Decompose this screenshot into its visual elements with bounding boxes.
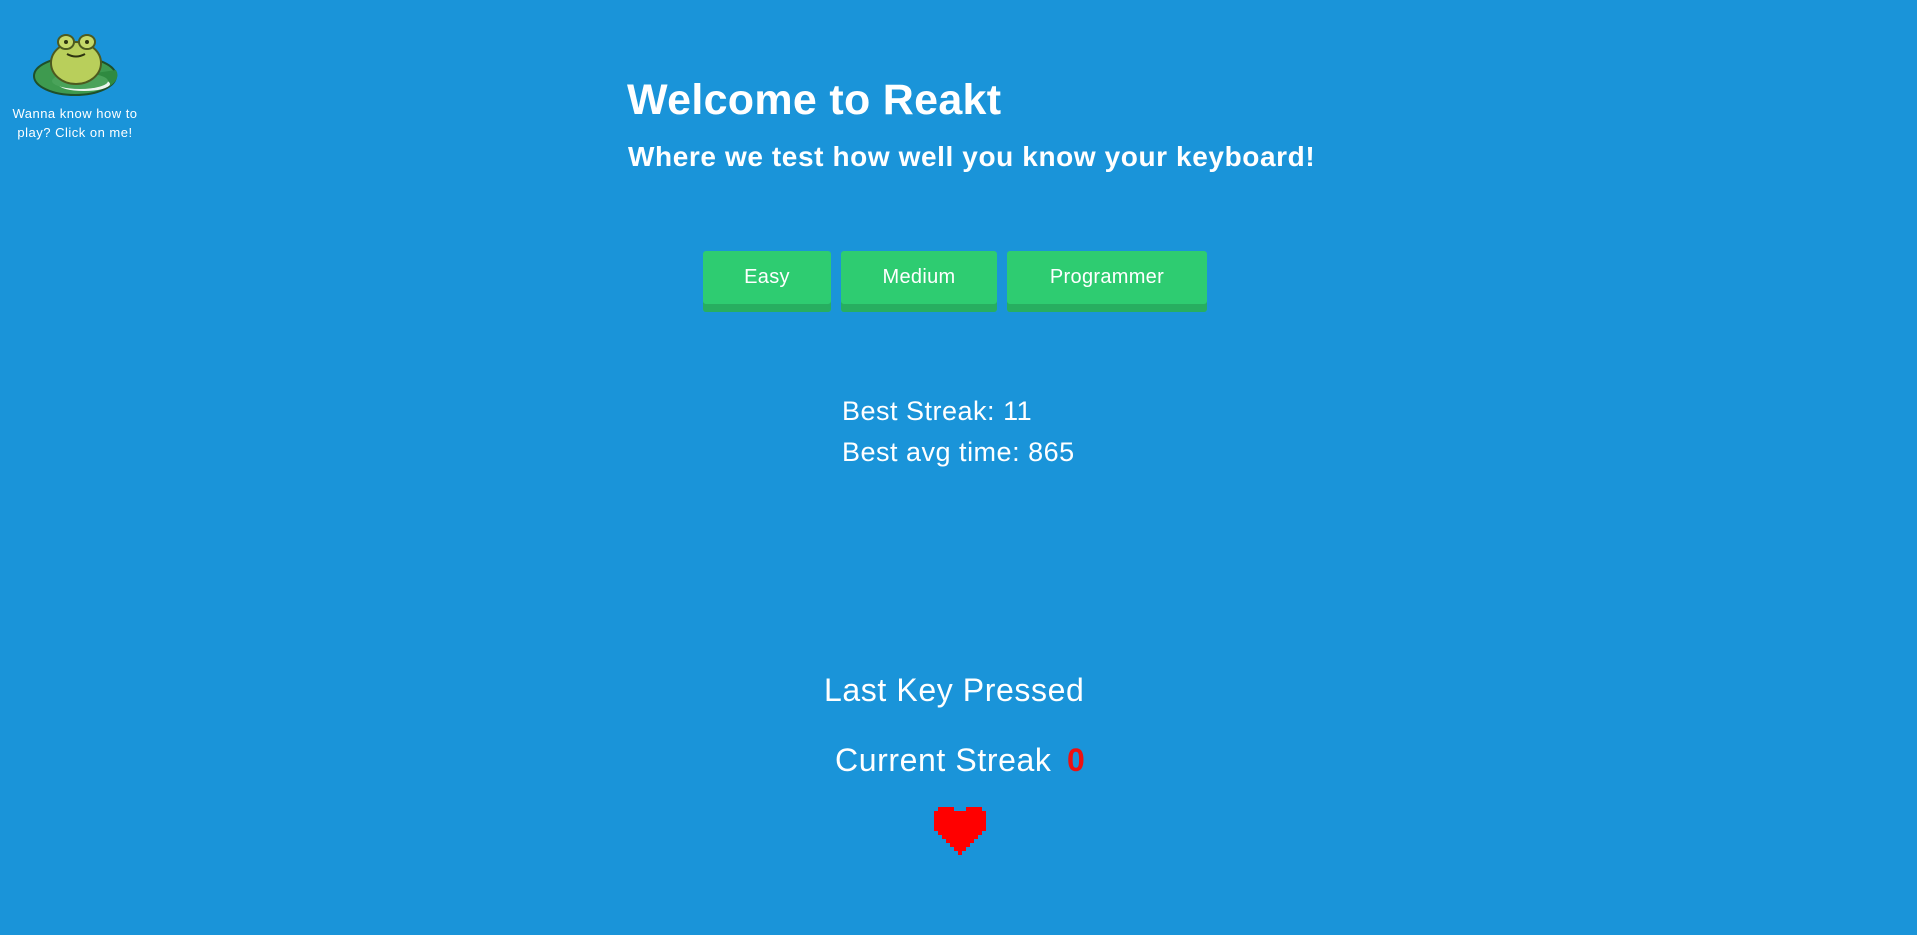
current-streak-label: Current Streak xyxy=(835,742,1052,778)
easy-button[interactable]: Easy xyxy=(703,251,831,312)
page-title: Welcome to Reakt xyxy=(627,76,1002,124)
heart-icon xyxy=(934,807,986,864)
page-subtitle: Where we test how well you know your key… xyxy=(628,141,1316,172)
help-text[interactable]: Wanna know how to play? Click on me! xyxy=(6,104,144,142)
medium-button[interactable]: Medium xyxy=(841,251,997,312)
last-key-label: Last Key Pressed xyxy=(824,672,1085,708)
best-streak: Best Streak: 11 xyxy=(842,396,1033,426)
best-avg-time: Best avg time: 865 xyxy=(842,437,1075,467)
programmer-button[interactable]: Programmer xyxy=(1007,251,1207,312)
current-streak-value: 0 xyxy=(1067,742,1085,778)
frog-icon[interactable] xyxy=(6,30,144,98)
help-widget[interactable]: Wanna know how to play? Click on me! xyxy=(6,30,144,142)
